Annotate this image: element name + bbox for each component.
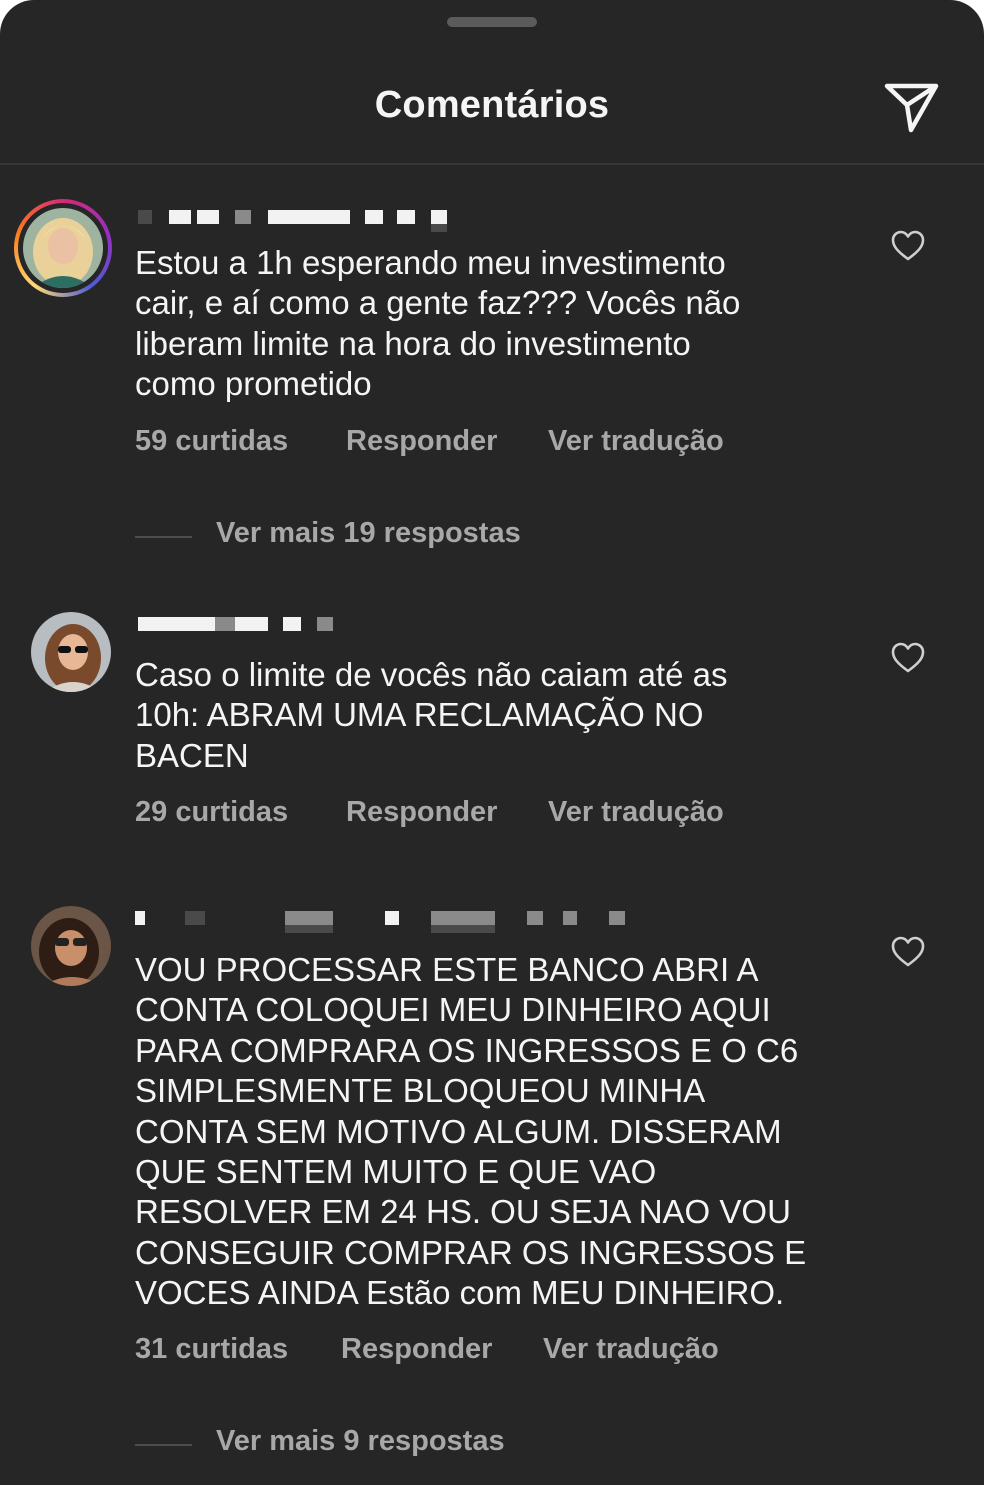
header-divider <box>0 163 984 165</box>
username-redacted[interactable] <box>135 906 635 933</box>
story-ring[interactable] <box>14 199 112 297</box>
replies-line <box>135 1444 192 1446</box>
translate-button[interactable]: Ver tradução <box>543 1333 719 1366</box>
reply-button[interactable]: Responder <box>346 796 497 829</box>
reply-button[interactable]: Responder <box>341 1333 492 1366</box>
heart-outline-icon[interactable] <box>890 228 926 264</box>
page-title: Comentários <box>374 84 610 126</box>
likes-count[interactable]: 59 curtidas <box>135 425 288 458</box>
avatar[interactable] <box>31 612 111 692</box>
username-redacted[interactable] <box>135 205 495 232</box>
comment-text: Estou a 1h esperando meu investimento ca… <box>135 244 741 403</box>
translate-button[interactable]: Ver tradução <box>548 796 724 829</box>
likes-count[interactable]: 31 curtidas <box>135 1333 288 1366</box>
avatar[interactable] <box>23 208 103 288</box>
heart-outline-icon[interactable] <box>890 934 926 970</box>
view-replies-label: Ver mais 9 respostas <box>216 1425 505 1457</box>
username-redacted[interactable] <box>135 612 335 634</box>
heart-outline-icon[interactable] <box>890 640 926 676</box>
likes-count[interactable]: 29 curtidas <box>135 796 288 829</box>
translate-button[interactable]: Ver tradução <box>548 425 724 458</box>
replies-line <box>135 536 192 538</box>
view-replies-label: Ver mais 19 respostas <box>216 517 521 549</box>
drag-handle[interactable] <box>447 17 537 27</box>
reply-button[interactable]: Responder <box>346 425 497 458</box>
paper-plane-icon <box>884 83 939 133</box>
avatar[interactable] <box>31 906 111 986</box>
comment-text: Caso o limite de vocês não caiam até as … <box>135 656 728 774</box>
share-button[interactable] <box>880 78 944 142</box>
comments-sheet: Comentários Estou a 1h esperando meu inv… <box>0 0 984 1485</box>
comment-text: VOU PROCESSAR ESTE BANCO ABRI A CONTA CO… <box>135 951 807 1312</box>
